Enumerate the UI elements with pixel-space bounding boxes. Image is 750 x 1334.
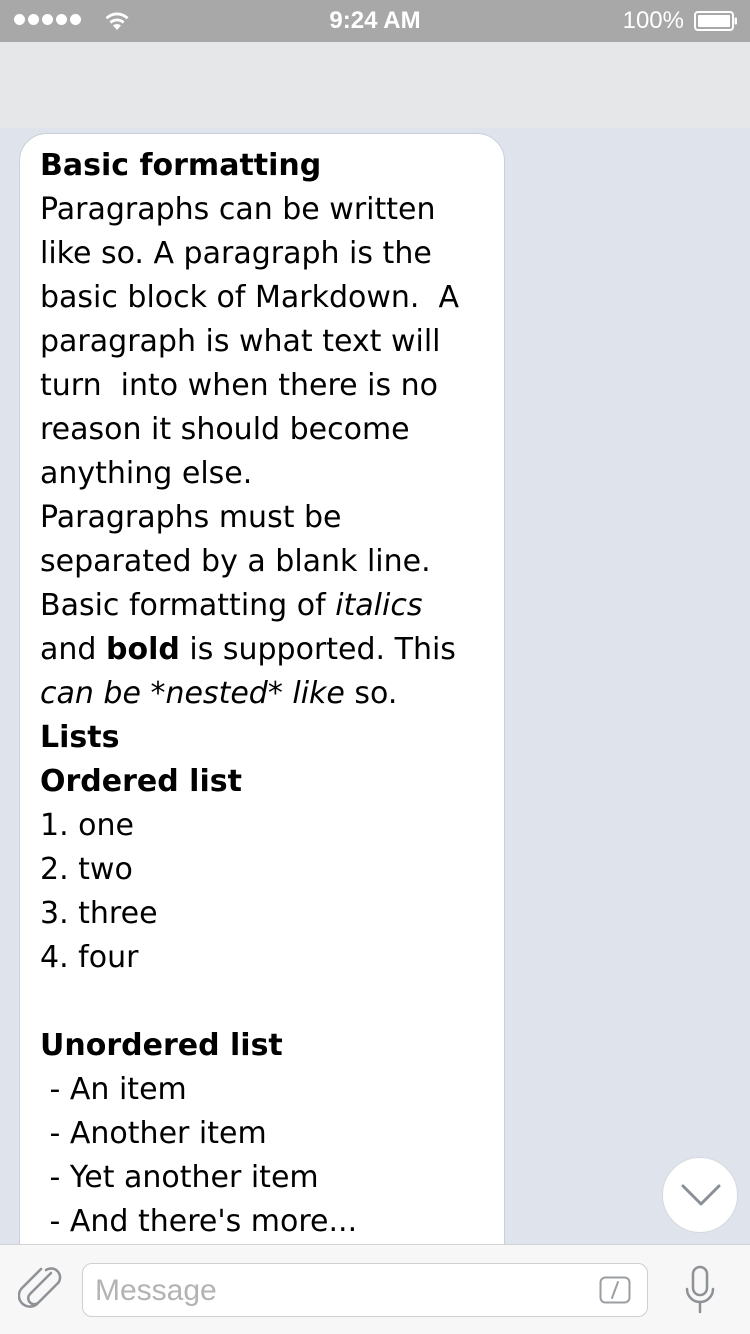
- message-text-segment: 1. one: [40, 808, 134, 843]
- message-text-segment: bold: [105, 632, 180, 667]
- message-line: - Another item: [40, 1112, 484, 1156]
- message-text-segment: - An item: [40, 1072, 187, 1107]
- message-text-segment: anything else.: [40, 456, 253, 491]
- message-line: Basic formatting: [40, 144, 484, 188]
- message-text-segment: Ordered list: [40, 764, 242, 799]
- status-bar: 9:24 AM 100%: [0, 0, 750, 42]
- message-text-segment: reason it should become: [40, 412, 410, 447]
- microphone-icon[interactable]: [684, 1265, 716, 1317]
- message-text-segment: Unordered list: [40, 1028, 283, 1063]
- message-text-segment: can be *nested* like: [40, 676, 345, 711]
- message-text-segment: Basic formatting: [40, 148, 322, 183]
- message-text-segment: is supported. This: [179, 632, 456, 667]
- message-text-segment: Lists: [40, 720, 120, 755]
- message-text-segment: Basic formatting of: [40, 588, 336, 623]
- scroll-down-button[interactable]: [662, 1157, 738, 1233]
- message-text-segment: - Yet another item: [40, 1160, 319, 1195]
- slash-command-icon[interactable]: [599, 1276, 631, 1304]
- message-line: Basic formatting of italics: [40, 584, 484, 628]
- message-line: reason it should become: [40, 408, 484, 452]
- message-input[interactable]: [93, 1270, 597, 1312]
- message-text-segment: Paragraphs can be written: [40, 192, 436, 227]
- message-line: - And there's more...: [40, 1200, 484, 1244]
- message-line: like so. A paragraph is the: [40, 232, 484, 276]
- message-line: Paragraphs must be: [40, 496, 484, 540]
- message-text-segment: italics: [335, 588, 423, 623]
- message-text-segment: - And there's more...: [40, 1204, 358, 1239]
- message-line: basic block of Markdown. A: [40, 276, 484, 320]
- message-input-bar: [0, 1244, 750, 1334]
- battery-icon: [694, 11, 737, 31]
- message-line: and bold is supported. This: [40, 628, 484, 672]
- message-text-segment: and: [40, 632, 106, 667]
- message-text-segment: separated by a blank line.: [40, 544, 431, 579]
- message-text-segment: like so. A paragraph is the: [40, 236, 432, 271]
- message-field[interactable]: [82, 1263, 648, 1317]
- chat-header: [0, 42, 750, 128]
- paperclip-icon[interactable]: [18, 1265, 62, 1315]
- message-text-segment: - Another item: [40, 1116, 267, 1151]
- message-bubble[interactable]: Basic formatting Paragraphs can be writte…: [19, 133, 505, 1244]
- message-text-segment: 4. four: [40, 940, 139, 975]
- message-text-segment: Paragraphs must be: [40, 500, 342, 535]
- message-text-segment: 3. three: [40, 896, 158, 931]
- message-line: 4. four: [40, 936, 484, 980]
- message-line: - Yet another item: [40, 1156, 484, 1200]
- message-line: Unordered list: [40, 1024, 484, 1068]
- message-line: Lists: [40, 716, 484, 760]
- message-line: Paragraphs can be written: [40, 188, 484, 232]
- message-text-segment: basic block of Markdown. A: [40, 280, 460, 315]
- message-line: 3. three: [40, 892, 484, 936]
- message-line: anything else.: [40, 452, 484, 496]
- message-line: separated by a blank line.: [40, 540, 484, 584]
- message-line: - An item: [40, 1068, 484, 1112]
- message-line: paragraph is what text will: [40, 320, 484, 364]
- message-line: can be *nested* like so.: [40, 672, 484, 716]
- message-line: [40, 980, 484, 1024]
- message-line: turn into when there is no: [40, 364, 484, 408]
- message-line: Ordered list: [40, 760, 484, 804]
- chevron-down-icon: [681, 1184, 721, 1206]
- message-text-segment: so.: [344, 676, 398, 711]
- message-line: 1. one: [40, 804, 484, 848]
- battery-percentage: 100%: [622, 7, 684, 34]
- message-line: 2. two: [40, 848, 484, 892]
- telegram-chat-screen: 9:24 AM 100% Basic formatting Paragraphs …: [0, 0, 750, 1334]
- message-text-segment: turn into when there is no: [40, 368, 438, 403]
- chat-messages-area[interactable]: Basic formatting Paragraphs can be writte…: [0, 128, 750, 1244]
- message-text-segment: paragraph is what text will: [40, 324, 441, 359]
- message-text-segment: 2. two: [40, 852, 133, 887]
